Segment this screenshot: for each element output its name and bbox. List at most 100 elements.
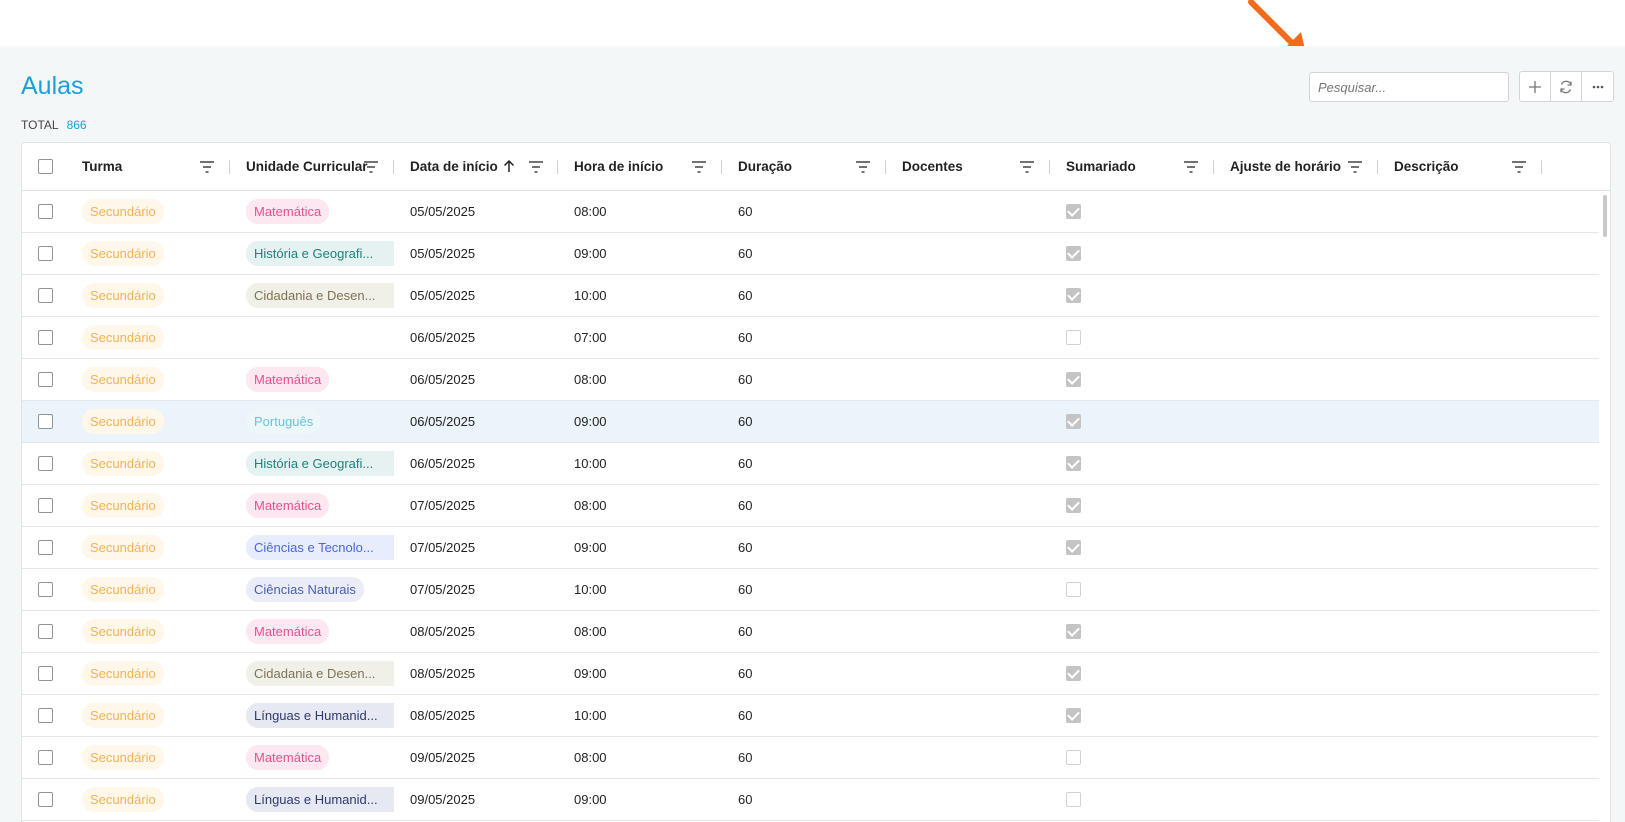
row-checkbox[interactable] bbox=[38, 666, 53, 681]
turma-tag[interactable]: Secundário bbox=[82, 367, 164, 392]
column-header-docentes[interactable]: Docentes bbox=[902, 143, 963, 190]
row-checkbox[interactable] bbox=[38, 456, 53, 471]
table-row[interactable]: Secundário Ciências Naturais 07/05/2025 10:… bbox=[22, 569, 1599, 611]
row-checkbox[interactable] bbox=[38, 204, 53, 219]
unidade-curricular-tag[interactable]: Ciências Naturais bbox=[246, 577, 364, 602]
unidade-curricular-tag[interactable]: Línguas e Humanid... bbox=[246, 703, 394, 728]
table-row[interactable]: Secundário Matemática 08/05/2025 08:00 60 bbox=[22, 611, 1599, 653]
more-options-button[interactable] bbox=[1582, 72, 1613, 101]
column-header-descricao[interactable]: Descrição bbox=[1394, 143, 1459, 190]
turma-tag[interactable]: Secundário bbox=[82, 241, 164, 266]
unidade-curricular-cell: Matemática bbox=[246, 359, 330, 400]
table-row[interactable]: Secundário História e Geografi... 06/05/20… bbox=[22, 443, 1599, 485]
unidade-curricular-tag[interactable]: Matemática bbox=[246, 367, 330, 392]
row-checkbox[interactable] bbox=[38, 582, 53, 597]
table-row[interactable]: Secundário História e Geografi... 05/05/20… bbox=[22, 233, 1599, 275]
column-header-turma[interactable]: Turma bbox=[82, 143, 122, 190]
column-separator[interactable] bbox=[1213, 160, 1214, 174]
turma-tag[interactable]: Secundário bbox=[82, 619, 164, 644]
turma-tag[interactable]: Secundário bbox=[82, 745, 164, 770]
turma-tag[interactable]: Secundário bbox=[82, 199, 164, 224]
filter-icon[interactable] bbox=[529, 161, 543, 173]
turma-tag[interactable]: Secundário bbox=[82, 451, 164, 476]
row-checkbox[interactable] bbox=[38, 372, 53, 387]
unidade-curricular-tag[interactable]: Português bbox=[246, 409, 322, 434]
select-all-checkbox[interactable] bbox=[38, 159, 53, 174]
add-button[interactable] bbox=[1520, 72, 1551, 101]
turma-tag[interactable]: Secundário bbox=[82, 787, 164, 812]
row-checkbox[interactable] bbox=[38, 540, 53, 555]
unidade-curricular-tag[interactable]: Matemática bbox=[246, 493, 330, 518]
column-separator[interactable] bbox=[1049, 160, 1050, 174]
table-row[interactable]: Secundário Cidadania e Desen... 08/05/2025… bbox=[22, 653, 1599, 695]
row-checkbox[interactable] bbox=[38, 708, 53, 723]
table-row[interactable]: Secundário Matemática 06/05/2025 08:00 60 bbox=[22, 359, 1599, 401]
turma-tag[interactable]: Secundário bbox=[82, 283, 164, 308]
column-header-unidade-curricular[interactable]: Unidade Curricular bbox=[246, 143, 368, 190]
column-separator[interactable] bbox=[393, 160, 394, 174]
table-row[interactable]: Secundário Português 06/05/2025 09:00 60 bbox=[22, 401, 1599, 443]
turma-tag[interactable]: Secundário bbox=[82, 325, 164, 350]
row-checkbox[interactable] bbox=[38, 414, 53, 429]
column-separator[interactable] bbox=[229, 160, 230, 174]
filter-icon[interactable] bbox=[1020, 161, 1034, 173]
unidade-curricular-tag[interactable]: História e Geografi... bbox=[246, 451, 394, 476]
unidade-curricular-tag[interactable]: Cidadania e Desen... bbox=[246, 661, 394, 686]
column-separator[interactable] bbox=[885, 160, 886, 174]
row-checkbox[interactable] bbox=[38, 624, 53, 639]
table-row[interactable]: Secundário Matemática 05/05/2025 08:00 60 bbox=[22, 191, 1599, 233]
row-checkbox[interactable] bbox=[38, 330, 53, 345]
unidade-curricular-tag[interactable]: História e Geografi... bbox=[246, 241, 394, 266]
vertical-scrollbar[interactable] bbox=[1603, 195, 1607, 237]
table-row[interactable]: Secundário Cidadania e Desen... 05/05/2025… bbox=[22, 275, 1599, 317]
row-checkbox[interactable] bbox=[38, 246, 53, 261]
duracao-cell: 60 bbox=[738, 246, 753, 261]
unidade-curricular-tag[interactable]: Línguas e Humanid... bbox=[246, 787, 394, 812]
column-separator[interactable] bbox=[557, 160, 558, 174]
turma-tag[interactable]: Secundário bbox=[82, 577, 164, 602]
filter-icon[interactable] bbox=[200, 161, 214, 173]
table-row[interactable]: Secundário Matemática 07/05/2025 08:00 60 bbox=[22, 485, 1599, 527]
unidade-curricular-tag[interactable]: Matemática bbox=[246, 199, 330, 224]
table-row[interactable]: Secundário Ciências e Tecnolo... 07/05/202… bbox=[22, 527, 1599, 569]
duracao-cell: 60 bbox=[738, 414, 753, 429]
turma-tag[interactable]: Secundário bbox=[82, 493, 164, 518]
unidade-curricular-cell: Cidadania e Desen... bbox=[246, 653, 394, 694]
turma-tag[interactable]: Secundário bbox=[82, 661, 164, 686]
refresh-button[interactable] bbox=[1551, 72, 1582, 101]
table-row[interactable]: Secundário Línguas e Humanid... 08/05/2025… bbox=[22, 695, 1599, 737]
row-select-cell bbox=[38, 233, 53, 274]
row-checkbox[interactable] bbox=[38, 498, 53, 513]
table-row[interactable]: Secundário 06/05/2025 07:00 60 bbox=[22, 317, 1599, 359]
row-checkbox[interactable] bbox=[38, 792, 53, 807]
column-separator[interactable] bbox=[1541, 160, 1542, 174]
column-separator[interactable] bbox=[721, 160, 722, 174]
column-separator[interactable] bbox=[1377, 160, 1378, 174]
column-header-hora-inicio[interactable]: Hora de início bbox=[574, 143, 663, 190]
turma-tag[interactable]: Secundário bbox=[82, 703, 164, 728]
table-row[interactable]: Secundário Línguas e Humanid... 09/05/2025… bbox=[22, 779, 1599, 821]
filter-icon[interactable] bbox=[692, 161, 706, 173]
filter-icon[interactable] bbox=[1184, 161, 1198, 173]
filter-icon[interactable] bbox=[1512, 161, 1526, 173]
sort-ascending-icon[interactable] bbox=[503, 159, 515, 173]
unidade-curricular-tag[interactable]: Matemática bbox=[246, 745, 330, 770]
sumariado-checkbox bbox=[1066, 372, 1081, 387]
unidade-curricular-tag[interactable]: Ciências e Tecnolo... bbox=[246, 535, 394, 560]
column-header-duracao[interactable]: Duração bbox=[738, 143, 792, 190]
row-checkbox[interactable] bbox=[38, 750, 53, 765]
turma-tag[interactable]: Secundário bbox=[82, 535, 164, 560]
table-row[interactable]: Secundário Matemática 09/05/2025 08:00 60 bbox=[22, 737, 1599, 779]
column-header-sumariado[interactable]: Sumariado bbox=[1066, 143, 1136, 190]
unidade-curricular-tag[interactable]: Matemática bbox=[246, 619, 330, 644]
turma-tag[interactable]: Secundário bbox=[82, 409, 164, 434]
filter-icon[interactable] bbox=[1348, 161, 1362, 173]
filter-icon[interactable] bbox=[856, 161, 870, 173]
column-header-data-inicio[interactable]: Data de início bbox=[410, 143, 498, 190]
sumariado-cell bbox=[1066, 443, 1081, 484]
search-input[interactable] bbox=[1309, 72, 1509, 102]
unidade-curricular-tag[interactable]: Cidadania e Desen... bbox=[246, 283, 394, 308]
column-header-ajuste-horario[interactable]: Ajuste de horário bbox=[1230, 143, 1341, 190]
filter-icon[interactable] bbox=[364, 161, 378, 173]
row-checkbox[interactable] bbox=[38, 288, 53, 303]
